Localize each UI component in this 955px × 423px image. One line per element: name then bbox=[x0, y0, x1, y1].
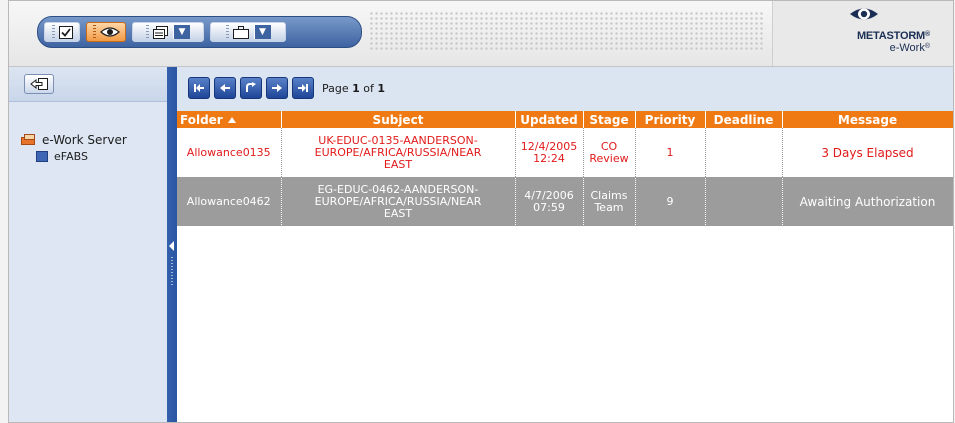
last-page-icon bbox=[298, 84, 308, 92]
page-indicator: Page 1 of 1 bbox=[322, 82, 386, 95]
last-page-button[interactable] bbox=[292, 77, 314, 99]
cell-deadline bbox=[705, 177, 783, 226]
cell-subject: EG-EDUC-0462-AANDERSON- EUROPE/AFRICA/RUS… bbox=[281, 177, 516, 226]
first-page-icon bbox=[194, 84, 204, 92]
cell-message: Awaiting Authorization bbox=[782, 177, 953, 226]
pager-bar: Page 1 of 1 bbox=[177, 67, 953, 111]
chevron-down-icon: ▼ bbox=[173, 25, 190, 39]
column-header-priority[interactable]: Priority bbox=[635, 111, 706, 128]
back-arrow-icon bbox=[30, 78, 48, 90]
cell-folder: Allowance0462 bbox=[177, 177, 282, 226]
procedure-icon bbox=[36, 151, 48, 162]
folders-icon bbox=[153, 25, 168, 39]
table-header-row: Folder Subject Updated Stage Priority De… bbox=[177, 111, 953, 128]
cell-deadline bbox=[705, 128, 783, 177]
toolbar-texture bbox=[369, 11, 765, 51]
collapse-arrow-icon[interactable] bbox=[169, 241, 174, 251]
table-row[interactable]: Allowance0462 EG-EDUC-0462-AANDERSON- EUR… bbox=[177, 177, 953, 226]
splitter-grip bbox=[171, 257, 173, 287]
total-pages: 1 bbox=[377, 82, 386, 95]
cell-stage: Claims Team bbox=[583, 177, 636, 226]
tree-item-efabs[interactable]: eFABS bbox=[36, 148, 127, 165]
cell-updated: 4/7/2006 07:59 bbox=[515, 177, 584, 226]
next-page-button[interactable] bbox=[266, 77, 288, 99]
server-icon bbox=[21, 133, 36, 146]
toolbar-button-group: ▼ ▼ bbox=[37, 16, 362, 48]
previous-page-button[interactable] bbox=[214, 77, 236, 99]
navigation-tree: e-Work Server eFABS bbox=[21, 131, 127, 165]
refresh-button[interactable] bbox=[240, 77, 262, 99]
sidebar: e-Work Server eFABS bbox=[9, 67, 167, 422]
panel-splitter[interactable] bbox=[167, 67, 177, 422]
chevron-down-icon: ▼ bbox=[253, 25, 271, 39]
logo-product: e-Work bbox=[889, 42, 925, 54]
cell-folder: Allowance0135 bbox=[177, 128, 282, 177]
tree-item-label: e-Work Server bbox=[42, 132, 127, 147]
folders-dropdown-button[interactable]: ▼ bbox=[132, 22, 204, 42]
current-page: 1 bbox=[352, 82, 360, 95]
cell-stage: CO Review bbox=[583, 128, 636, 177]
metastorm-logo: METASTORM® e-Work® bbox=[772, 1, 953, 66]
logo-brand: METASTORM bbox=[856, 30, 926, 42]
column-header-message[interactable]: Message bbox=[782, 111, 953, 128]
logo-registered-mark: ® bbox=[925, 31, 930, 38]
briefcase-dropdown-button[interactable]: ▼ bbox=[210, 22, 286, 42]
first-page-button[interactable] bbox=[188, 77, 210, 99]
checkbox-icon bbox=[58, 25, 73, 39]
checkbox-view-button[interactable] bbox=[44, 22, 80, 42]
application-window: ▼ ▼ METASTORM® e-Work® e-Work Server eFA… bbox=[8, 0, 954, 423]
eye-logo-icon bbox=[850, 8, 878, 20]
work-items-table: Folder Subject Updated Stage Priority De… bbox=[177, 111, 953, 226]
back-button[interactable] bbox=[24, 74, 54, 94]
column-header-folder[interactable]: Folder bbox=[177, 111, 282, 128]
column-header-subject[interactable]: Subject bbox=[281, 111, 516, 128]
column-header-deadline[interactable]: Deadline bbox=[705, 111, 783, 128]
tree-item-e-work-server[interactable]: e-Work Server bbox=[21, 131, 127, 148]
cell-subject: UK-EDUC-0135-AANDERSON- EUROPE/AFRICA/RUS… bbox=[281, 128, 516, 177]
next-page-icon bbox=[272, 84, 282, 92]
refresh-icon bbox=[246, 82, 256, 92]
cell-message: 3 Days Elapsed bbox=[782, 128, 953, 177]
cell-priority: 1 bbox=[635, 128, 706, 177]
eye-view-button[interactable] bbox=[86, 22, 126, 42]
main-pane: Page 1 of 1 Folder Subject Updated Stage… bbox=[177, 67, 953, 422]
cell-priority: 9 bbox=[635, 177, 706, 226]
eye-icon bbox=[99, 27, 120, 37]
toolbar: ▼ ▼ METASTORM® e-Work® bbox=[9, 1, 953, 67]
tree-item-label: eFABS bbox=[54, 150, 88, 163]
column-header-stage[interactable]: Stage bbox=[583, 111, 636, 128]
prev-page-icon bbox=[220, 84, 230, 92]
table-row[interactable]: Allowance0135 UK-EDUC-0135-AANDERSON- EUR… bbox=[177, 128, 953, 177]
briefcase-icon bbox=[232, 25, 249, 39]
sort-ascending-icon bbox=[227, 116, 236, 123]
sidebar-toolbar bbox=[9, 67, 167, 102]
cell-updated: 12/4/2005 12:24 bbox=[515, 128, 584, 177]
column-header-updated[interactable]: Updated bbox=[515, 111, 584, 128]
